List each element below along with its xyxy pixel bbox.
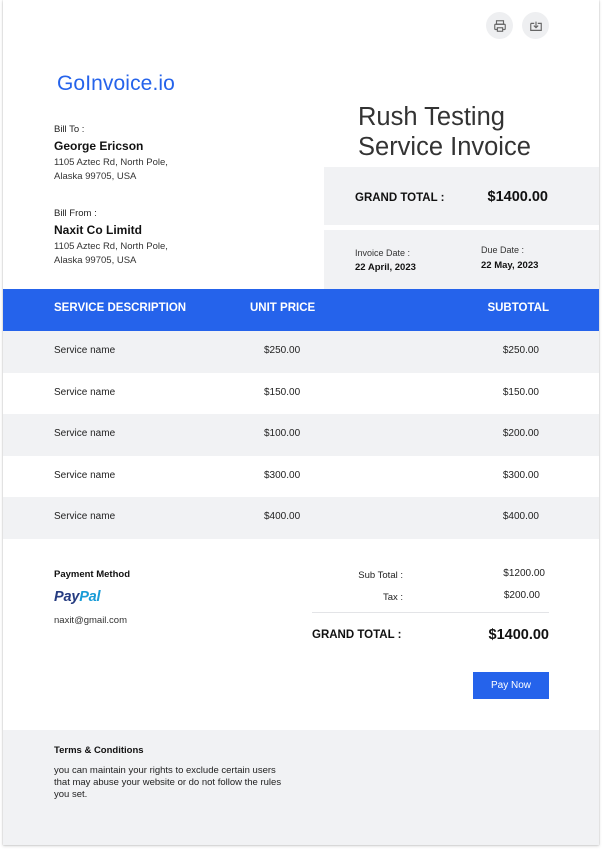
terms-section: Terms & Conditions you can maintain your…: [3, 730, 599, 845]
row-subtotal: $250.00: [502, 345, 539, 356]
header-subtotal: SUBTOTAL: [487, 302, 549, 314]
row-subtotal: $300.00: [502, 469, 539, 481]
download-button[interactable]: [522, 12, 549, 39]
bill-to-label: Bill To :: [54, 124, 85, 135]
payment-method-title: Payment Method: [54, 569, 131, 580]
table-row: Service name $150.00 $150.00: [3, 373, 599, 415]
table-row: Service name $100.00 $200.00: [3, 414, 599, 456]
table-row: Service name $250.00 $250.00: [3, 331, 599, 373]
bill-to-name: George Ericson: [54, 139, 144, 153]
bill-to-address-line1: 1105 Aztec Rd, North Pole,: [54, 157, 168, 168]
row-unit-price: $100.00: [264, 428, 301, 439]
bill-from-address: 1105 Aztec Rd, North Pole, Alaska 99705,…: [54, 240, 168, 268]
invoice-date-value: 22 April, 2023: [355, 262, 416, 273]
bill-to-address-line2: Alaska 99705, USA: [54, 171, 137, 182]
bill-from-address-line1: 1105 Aztec Rd, North Pole,: [54, 241, 168, 252]
header-unit-price: UNIT PRICE: [250, 302, 316, 314]
invoice-date-label: Invoice Date :: [355, 248, 411, 258]
row-unit-price: $300.00: [264, 469, 301, 481]
invoice-title-line1: Rush Testing: [358, 103, 505, 131]
summary-grand-total-value: $1400.00: [488, 627, 549, 643]
terms-text: you can maintain your rights to exclude …: [54, 765, 282, 800]
subtotal-label: Sub Total :: [358, 570, 403, 581]
terms-title: Terms & Conditions: [54, 745, 144, 756]
bill-from-address-line2: Alaska 99705, USA: [54, 255, 137, 266]
row-unit-price: $250.00: [264, 345, 301, 356]
row-subtotal: $400.00: [502, 511, 539, 522]
paypal-logo: PayPal: [54, 589, 101, 605]
subtotal-value: $1200.00: [503, 568, 545, 579]
payment-email: naxit@gmail.com: [54, 615, 127, 626]
summary-divider: [312, 612, 549, 613]
invoice-card: GoInvoice.io Bill To : George Ericson 11…: [3, 0, 599, 845]
row-description: Service name: [54, 428, 116, 439]
paypal-logo-pay: Pay: [54, 589, 80, 605]
invoice-title: Rush Testing Service Invoice: [358, 102, 531, 162]
row-unit-price: $400.00: [264, 511, 301, 522]
tax-value: $200.00: [503, 590, 540, 601]
tax-label: Tax :: [382, 592, 403, 603]
table-row: Service name $300.00 $300.00: [3, 456, 599, 498]
grand-total-value: $1400.00: [487, 189, 548, 205]
dates-box: Invoice Date : 22 April, 2023 Due Date :…: [324, 230, 599, 289]
header-service-description: SERVICE DESCRIPTION: [54, 302, 187, 314]
bill-from-name: Naxit Co Limitd: [54, 223, 143, 237]
grand-total-label: GRAND TOTAL :: [355, 192, 445, 204]
row-description: Service name: [54, 511, 116, 522]
row-unit-price: $150.00: [264, 386, 301, 398]
invoice-page: GoInvoice.io Bill To : George Ericson 11…: [0, 0, 603, 850]
row-subtotal: $200.00: [502, 428, 539, 439]
print-button[interactable]: [486, 12, 513, 39]
paypal-logo-pal: Pal: [79, 589, 101, 605]
pay-now-button[interactable]: Pay Now: [473, 672, 549, 699]
bill-to-address: 1105 Aztec Rd, North Pole, Alaska 99705,…: [54, 156, 168, 184]
row-description: Service name: [54, 345, 116, 356]
printer-icon: [493, 19, 506, 32]
invoice-title-line2: Service Invoice: [358, 133, 531, 161]
due-date-value: 22 May, 2023: [481, 260, 539, 271]
due-date-label: Due Date :: [481, 245, 525, 255]
row-subtotal: $150.00: [502, 386, 539, 398]
bill-from-label: Bill From :: [54, 208, 97, 219]
grand-total-box: GRAND TOTAL : $1400.00: [324, 167, 599, 225]
summary-grand-total-label: GRAND TOTAL :: [312, 629, 402, 641]
download-icon: [529, 21, 542, 31]
row-description: Service name: [54, 386, 116, 398]
table-header: SERVICE DESCRIPTION UNIT PRICE SUBTOTAL: [3, 289, 599, 331]
table-row: Service name $400.00 $400.00: [3, 497, 599, 539]
company-logo: GoInvoice.io: [57, 72, 175, 95]
row-description: Service name: [54, 469, 116, 481]
